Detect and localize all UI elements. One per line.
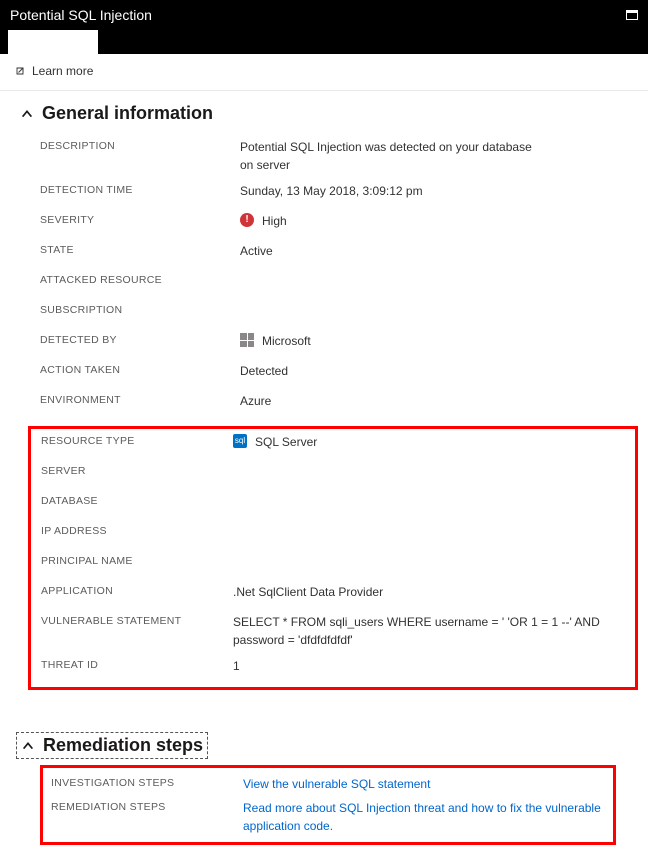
label-resource-type: RESOURCE TYPE bbox=[41, 433, 233, 447]
label-threat-id: THREAT ID bbox=[41, 657, 233, 671]
row-attacked-resource: ATTACKED RESOURCE bbox=[40, 268, 628, 298]
highlighted-resource-block: RESOURCE TYPE sql SQL Server SERVER DATA… bbox=[28, 426, 638, 690]
value-resource-type: sql SQL Server bbox=[233, 433, 627, 451]
value-detection-time: Sunday, 13 May 2018, 3:09:12 pm bbox=[240, 182, 628, 200]
value-application: .Net SqlClient Data Provider bbox=[233, 583, 627, 601]
general-info-toggle[interactable]: General information bbox=[20, 103, 628, 124]
row-principal-name: PRINCIPAL NAME bbox=[41, 549, 627, 579]
label-subscription: SUBSCRIPTION bbox=[40, 302, 240, 316]
remediation-highlight-block: INVESTIGATION STEPS View the vulnerable … bbox=[40, 765, 616, 845]
window-title: Potential SQL Injection bbox=[10, 7, 152, 23]
severity-high-icon: ! bbox=[240, 213, 254, 227]
row-state: STATE Active bbox=[40, 238, 628, 268]
value-description: Potential SQL Injection was detected on … bbox=[240, 138, 540, 174]
resource-type-text: SQL Server bbox=[255, 433, 317, 451]
link-remediation-steps[interactable]: Read more about SQL Injection threat and… bbox=[243, 799, 605, 835]
general-info-heading: General information bbox=[42, 103, 213, 124]
label-description: DESCRIPTION bbox=[40, 138, 240, 152]
remediation-section: Remediation steps INVESTIGATION STEPS Vi… bbox=[0, 720, 648, 853]
severity-text: High bbox=[262, 212, 287, 230]
row-threat-id: THREAT ID 1 bbox=[41, 653, 627, 683]
label-investigation-steps: INVESTIGATION STEPS bbox=[43, 775, 243, 789]
window-subbar bbox=[0, 30, 648, 54]
label-detected-by: DETECTED BY bbox=[40, 332, 240, 346]
value-detected-by: Microsoft bbox=[240, 332, 628, 350]
learn-more-link[interactable]: Learn more bbox=[0, 54, 648, 91]
label-detection-time: DETECTION TIME bbox=[40, 182, 240, 196]
chevron-up-icon bbox=[20, 107, 34, 121]
remediation-toggle[interactable]: Remediation steps bbox=[16, 732, 208, 759]
label-severity: SEVERITY bbox=[40, 212, 240, 226]
chevron-up-icon bbox=[21, 739, 35, 753]
window-titlebar: Potential SQL Injection bbox=[0, 0, 648, 30]
label-database: DATABASE bbox=[41, 493, 233, 507]
link-investigation-steps[interactable]: View the vulnerable SQL statement bbox=[243, 775, 605, 793]
value-environment: Azure bbox=[240, 392, 628, 410]
remediation-heading: Remediation steps bbox=[43, 735, 203, 756]
row-remediation-steps: REMEDIATION STEPS Read more about SQL In… bbox=[43, 796, 605, 838]
label-state: STATE bbox=[40, 242, 240, 256]
value-vulnerable-statement: SELECT * FROM sqli_users WHERE username … bbox=[233, 613, 627, 649]
label-ip-address: IP ADDRESS bbox=[41, 523, 233, 537]
general-information-section: General information DESCRIPTION Potentia… bbox=[0, 91, 648, 426]
row-resource-type: RESOURCE TYPE sql SQL Server bbox=[41, 429, 627, 459]
row-subscription: SUBSCRIPTION bbox=[40, 298, 628, 328]
label-server: SERVER bbox=[41, 463, 233, 477]
label-attacked-resource: ATTACKED RESOURCE bbox=[40, 272, 240, 286]
window-restore-icon[interactable] bbox=[626, 10, 638, 20]
sql-server-icon: sql bbox=[233, 434, 247, 448]
row-server: SERVER bbox=[41, 459, 627, 489]
external-link-icon bbox=[14, 65, 26, 77]
row-description: DESCRIPTION Potential SQL Injection was … bbox=[40, 134, 628, 178]
row-detection-time: DETECTION TIME Sunday, 13 May 2018, 3:09… bbox=[40, 178, 628, 208]
learn-more-label: Learn more bbox=[32, 64, 93, 78]
value-severity: ! High bbox=[240, 212, 628, 230]
value-threat-id: 1 bbox=[233, 657, 627, 675]
detected-by-text: Microsoft bbox=[262, 332, 311, 350]
row-ip-address: IP ADDRESS bbox=[41, 519, 627, 549]
active-tab-indicator bbox=[8, 30, 98, 54]
row-application: APPLICATION .Net SqlClient Data Provider bbox=[41, 579, 627, 609]
label-vulnerable-statement: VULNERABLE STATEMENT bbox=[41, 613, 233, 627]
microsoft-icon bbox=[240, 333, 254, 347]
label-principal-name: PRINCIPAL NAME bbox=[41, 553, 233, 567]
label-remediation-steps: REMEDIATION STEPS bbox=[43, 799, 243, 813]
row-environment: ENVIRONMENT Azure bbox=[40, 388, 628, 418]
label-environment: ENVIRONMENT bbox=[40, 392, 240, 406]
row-vulnerable-statement: VULNERABLE STATEMENT SELECT * FROM sqli_… bbox=[41, 609, 627, 653]
row-action-taken: ACTION TAKEN Detected bbox=[40, 358, 628, 388]
row-detected-by: DETECTED BY Microsoft bbox=[40, 328, 628, 358]
label-action-taken: ACTION TAKEN bbox=[40, 362, 240, 376]
label-application: APPLICATION bbox=[41, 583, 233, 597]
value-action-taken: Detected bbox=[240, 362, 628, 380]
row-investigation-steps: INVESTIGATION STEPS View the vulnerable … bbox=[43, 772, 605, 796]
row-database: DATABASE bbox=[41, 489, 627, 519]
general-info-table: DESCRIPTION Potential SQL Injection was … bbox=[20, 134, 628, 418]
row-severity: SEVERITY ! High bbox=[40, 208, 628, 238]
value-state: Active bbox=[240, 242, 628, 260]
